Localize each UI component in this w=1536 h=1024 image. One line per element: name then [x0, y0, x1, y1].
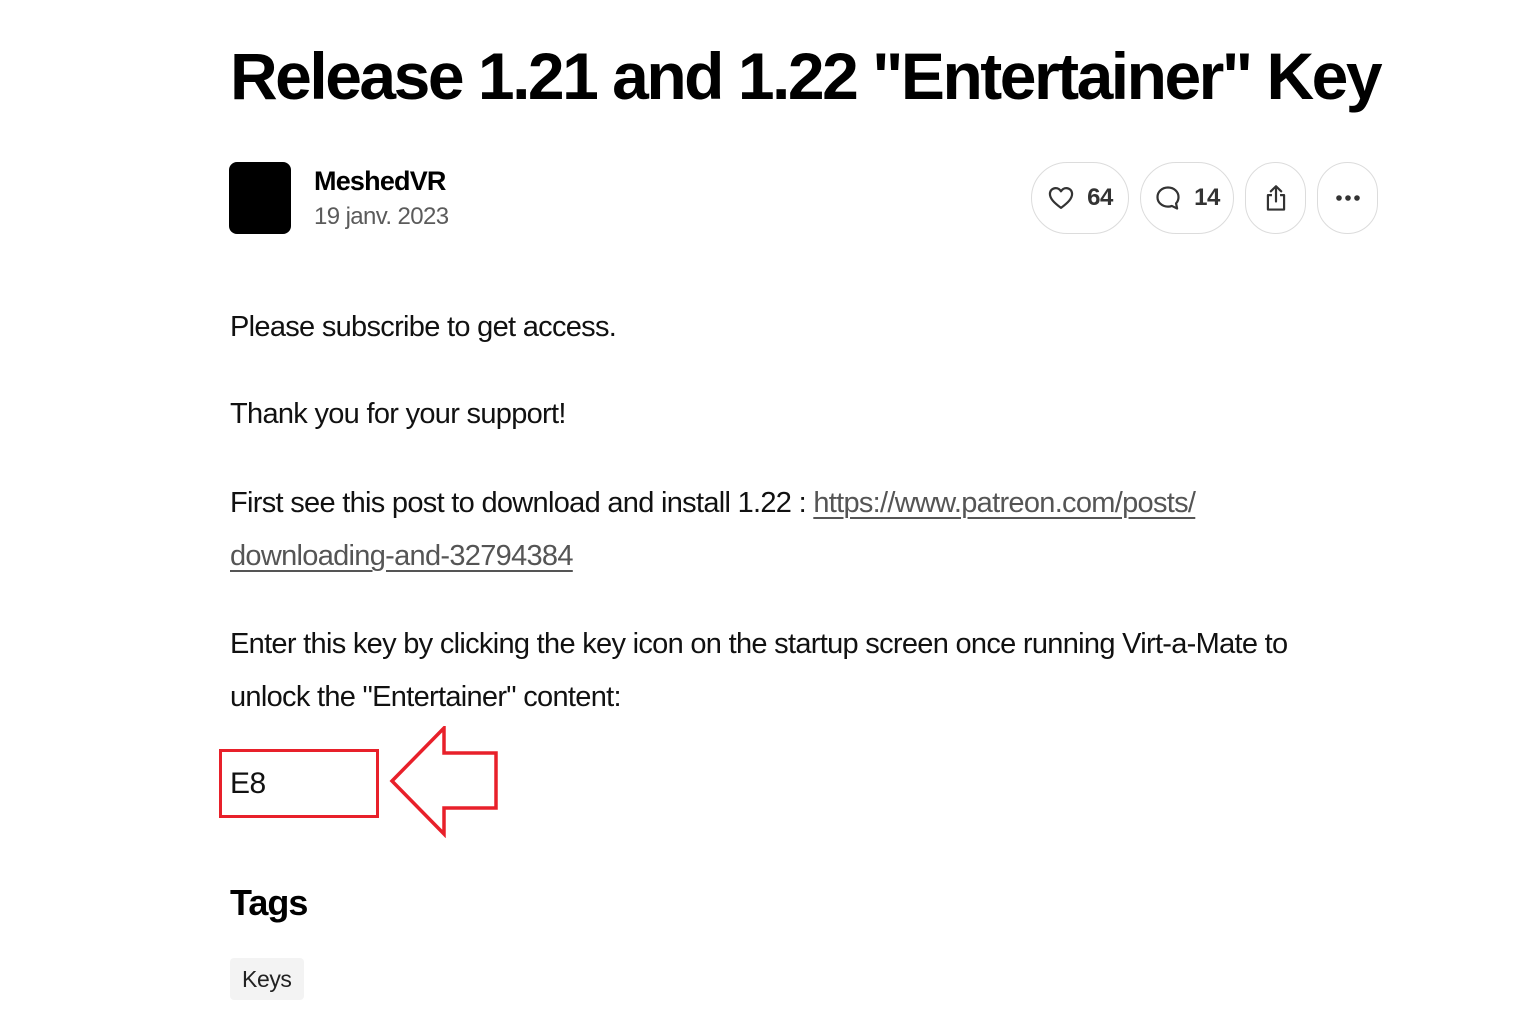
more-dots-icon: [1335, 195, 1360, 201]
like-count: 64: [1087, 184, 1113, 211]
annotation-highlight-box: [219, 749, 379, 818]
tags-heading: Tags: [230, 882, 308, 923]
download-link-line1[interactable]: https://www.patreon.com/posts/: [813, 487, 1196, 519]
tag-keys[interactable]: Keys: [230, 958, 304, 1000]
post-title: Release 1.21 and 1.22 "Entertainer" Key: [230, 39, 1383, 113]
comment-button[interactable]: 14: [1140, 162, 1234, 234]
like-button[interactable]: 64: [1031, 162, 1129, 234]
download-paragraph: First see this post to download and inst…: [230, 477, 1196, 583]
comment-count: 14: [1194, 184, 1220, 211]
comment-bubble-icon: [1156, 186, 1180, 210]
heart-icon: [1048, 186, 1074, 210]
subscribe-text: Please subscribe to get access.: [230, 311, 617, 343]
instructions-line2: unlock the "Entertainer" content:: [230, 681, 622, 713]
author-name[interactable]: MeshedVR: [314, 164, 446, 198]
share-button[interactable]: [1245, 162, 1306, 234]
more-options-button[interactable]: [1317, 162, 1378, 234]
author-avatar[interactable]: [229, 162, 291, 234]
download-text: First see this post to download and inst…: [230, 487, 814, 519]
instructions-paragraph: Enter this key by clicking the key icon …: [230, 618, 1288, 724]
instructions-line1: Enter this key by clicking the key icon …: [230, 628, 1288, 660]
thanks-text: Thank you for your support!: [230, 398, 566, 430]
post-date: 19 janv. 2023: [314, 203, 449, 230]
left-arrow-annotation: [389, 726, 498, 838]
download-link-line2[interactable]: downloading-and-32794384: [230, 540, 573, 572]
share-icon: [1266, 185, 1285, 211]
